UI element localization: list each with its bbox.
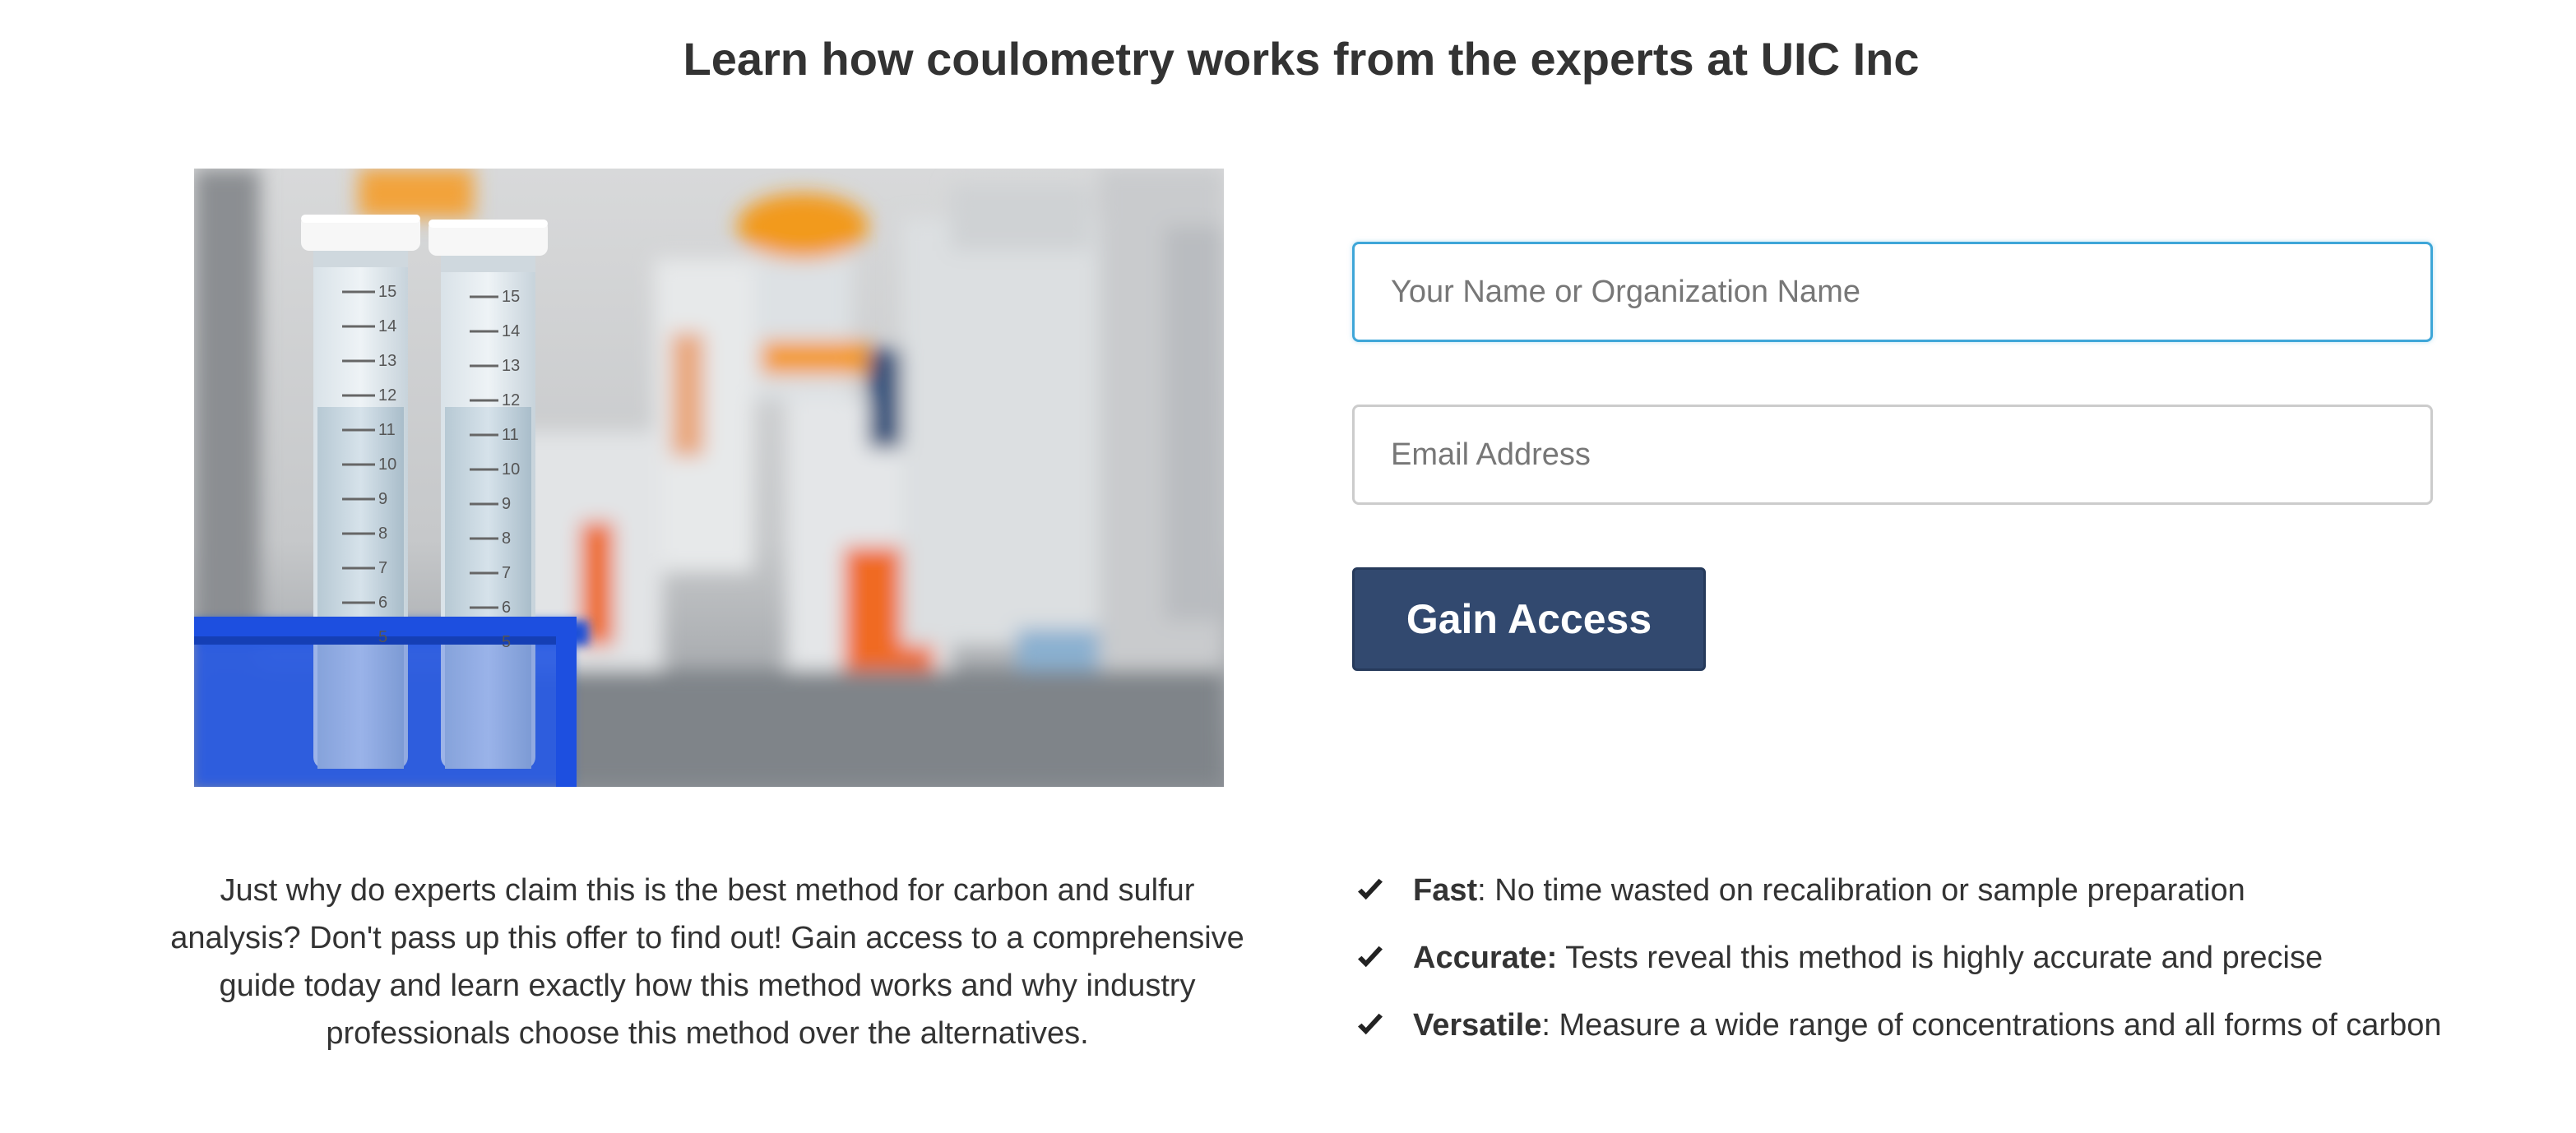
benefit-description: Measure a wide range of concentrations a… [1550, 1007, 2442, 1043]
benefit-fast: Fast: No time wasted on recalibration or… [1355, 867, 2540, 914]
benefit-text: Versatile: Measure a wide range of conce… [1413, 1008, 2442, 1043]
tube-scale-label: 15 [378, 283, 396, 301]
tube-scale-label: 5 [502, 633, 511, 651]
tube-scale-label: 8 [502, 530, 511, 548]
tube-scale-label: 13 [502, 357, 520, 375]
page-title: Learn how coulometry works from the expe… [683, 33, 1920, 85]
benefit-title: Fast [1413, 872, 1478, 908]
tube-scale-label: 11 [378, 421, 396, 439]
lab-test-tubes-image: 15 14 13 12 11 10 9 8 7 6 5 15 14 13 12 11 10 9 8 7 6 5 [194, 169, 1224, 787]
tube-scale-label: 10 [502, 460, 520, 479]
tube-scale-label: 7 [378, 559, 387, 577]
benefit-title: Versatile [1413, 1007, 1542, 1043]
tube-scale-label: 8 [378, 525, 387, 543]
signup-form: Gain Access [1352, 242, 2435, 671]
benefit-description: No time wasted on recalibration or sampl… [1485, 872, 2245, 908]
tube-scale-label: 7 [502, 564, 511, 582]
benefit-separator: : [1477, 872, 1486, 908]
pitch-text: Just why do experts claim this is the be… [170, 873, 1244, 1051]
tube-scale-label: 6 [502, 599, 511, 617]
tube-scale-label: 15 [502, 288, 520, 306]
benefits-list: Fast: No time wasted on recalibration or… [1355, 867, 2540, 1069]
tube-scale-label: 6 [378, 594, 387, 612]
tube-scale-label: 9 [378, 490, 387, 508]
benefit-versatile: Versatile: Measure a wide range of conce… [1355, 1001, 2540, 1049]
name-input[interactable] [1352, 242, 2433, 342]
check-icon [1358, 1013, 1383, 1035]
check-icon [1358, 878, 1383, 900]
benefit-separator: : [1541, 1007, 1550, 1043]
tube-scale-label: 13 [378, 352, 396, 370]
tube-scale-label: 14 [502, 322, 520, 340]
tube-scale-label: 12 [502, 391, 520, 409]
tube-scale-label: 5 [378, 628, 387, 646]
tube-scale-label: 9 [502, 495, 511, 513]
benefit-text: Fast: No time wasted on recalibration or… [1413, 873, 2245, 909]
tube-scale-label: 11 [502, 426, 519, 444]
email-input[interactable] [1352, 405, 2433, 505]
tube-scale-label: 10 [378, 456, 396, 474]
check-icon [1358, 946, 1383, 968]
benefit-text: Accurate: Tests reveal this method is hi… [1413, 941, 2323, 976]
gain-access-button[interactable]: Gain Access [1352, 567, 1706, 671]
benefit-accurate: Accurate: Tests reveal this method is hi… [1355, 934, 2540, 982]
tube-scale-label: 14 [378, 317, 396, 335]
benefit-title: Accurate: [1413, 940, 1558, 975]
tube-scale-label: 12 [378, 386, 396, 405]
benefit-description: Tests reveal this method is highly accur… [1557, 940, 2323, 975]
